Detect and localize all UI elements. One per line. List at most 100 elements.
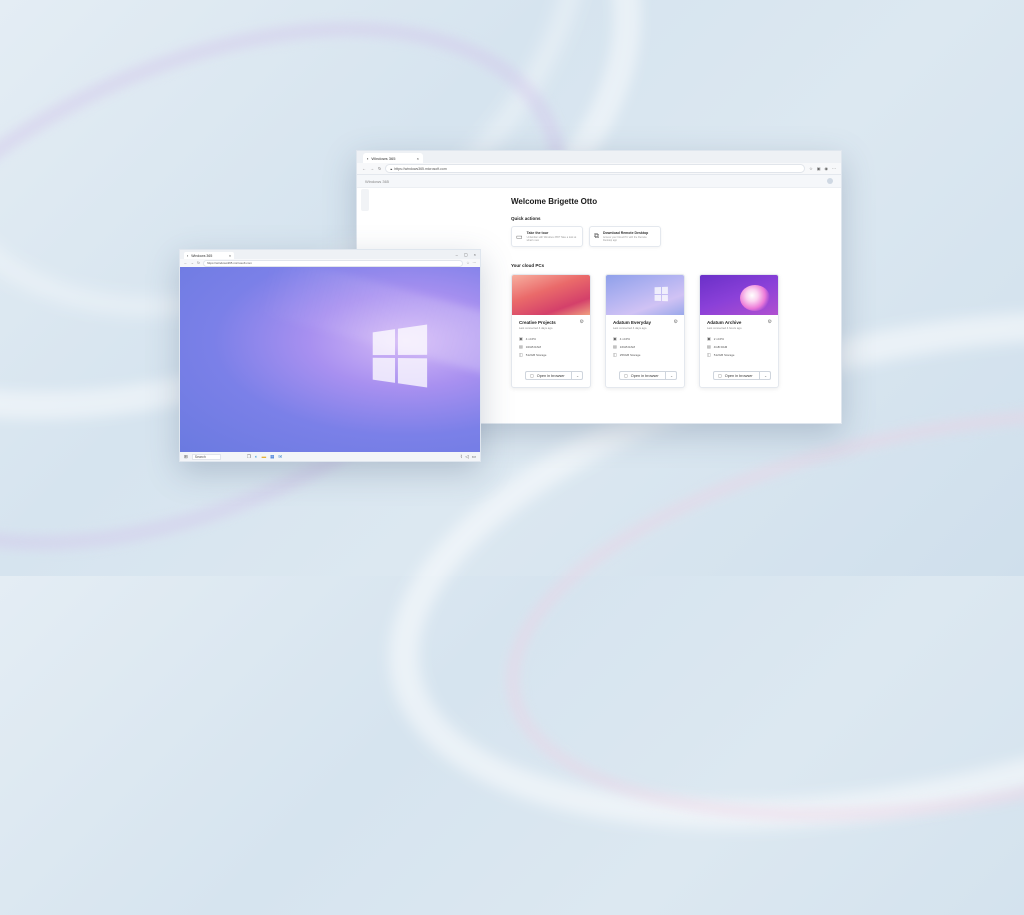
page-title: Welcome Brigette Otto: [511, 197, 598, 206]
tab-favicon-icon: ▪: [187, 253, 189, 258]
minimize-icon[interactable]: –: [456, 252, 458, 257]
open-in-browser-button[interactable]: ▢ Open in browser ⌄: [525, 371, 583, 380]
monitor-icon: ▭: [516, 233, 523, 241]
start-icon[interactable]: ⊞: [184, 454, 188, 460]
spec-ram: ▤ 16GB RAM: [613, 344, 635, 349]
refresh-icon[interactable]: ↻: [197, 261, 200, 265]
spec-ram-text: 4GB RAM: [713, 344, 728, 349]
more-icon[interactable]: ⋯: [473, 261, 477, 265]
spec-storage-text: 256GB Storage: [619, 352, 641, 357]
gear-icon[interactable]: ⚙: [580, 319, 584, 325]
windows-logo-icon: [372, 324, 428, 388]
gear-icon[interactable]: ⚙: [674, 319, 678, 325]
ram-icon: ▤: [613, 344, 617, 349]
cloud-pc-card: Adatum Everyday Last connected 4 days ag…: [605, 274, 685, 388]
close-icon[interactable]: ×: [474, 252, 476, 257]
spec-cpu: ▣ 2 vCPU: [707, 336, 724, 341]
task-view-icon[interactable]: ❐: [247, 454, 251, 460]
notification-icon[interactable]: ▭: [472, 454, 476, 460]
storage-icon: ◫: [519, 352, 523, 357]
forward-icon[interactable]: →: [191, 261, 195, 265]
spec-storage-text: 512GB Storage: [713, 352, 735, 357]
quick-action-title: Download Remote Desktop: [603, 231, 649, 235]
spec-ram: ▤ 32GB RAM: [519, 344, 541, 349]
spec-storage: ◫ 512GB Storage: [707, 352, 734, 357]
quick-action-desc: Access your Cloud PC with the Remote Des…: [603, 236, 647, 242]
open-in-browser-label: Open in browser: [536, 373, 565, 378]
cloud-pc-name: Creative Projects: [519, 320, 556, 325]
spec-cpu: ▣ 4 vCPU: [613, 336, 630, 341]
tab-close-icon[interactable]: ×: [229, 254, 231, 258]
lock-icon: 🔒︎: [390, 166, 393, 171]
open-in-browser-button[interactable]: ▢ Open in browser ⌄: [713, 371, 771, 380]
favorites-icon[interactable]: ☆: [466, 261, 469, 265]
taskbar-search[interactable]: Search: [191, 453, 221, 460]
tab-bar: ▪ Windows 365 ×: [357, 151, 841, 163]
taskbar: ⊞ Search ❐ ◐ ▬ ▦ ✉ ⌇ ◁ ▭: [180, 452, 480, 461]
ram-icon: ▤: [707, 344, 711, 349]
browser-icon: ▢: [530, 373, 534, 378]
app-header-title: Windows 365: [365, 178, 390, 184]
url-field[interactable]: https://windows365.microsoft.com: [202, 259, 464, 267]
cloud-pc-wallpaper: [700, 275, 778, 315]
quick-action-desc: Unfamiliar with Windows 365? Take a look…: [526, 236, 577, 242]
spec-storage: ◫ 512GB Storage: [519, 352, 546, 357]
quick-action-tour[interactable]: ▭ Take the tour Unfamiliar with Windows …: [511, 226, 583, 247]
remote-desktop-view[interactable]: [180, 267, 480, 452]
app-header: Windows 365: [357, 175, 841, 188]
left-nav-rail[interactable]: [361, 189, 369, 211]
cloud-pc-name: Adatum Archive: [707, 320, 742, 325]
tab-close-icon[interactable]: ×: [417, 156, 419, 161]
chevron-down-icon[interactable]: ⌄: [761, 374, 770, 378]
avatar[interactable]: [827, 178, 833, 184]
storage-icon: ◫: [707, 352, 711, 357]
open-in-browser-button[interactable]: ▢ Open in browser ⌄: [619, 371, 677, 380]
maximize-icon[interactable]: ▢: [464, 252, 468, 257]
spec-cpu-text: 4 vCPU: [619, 336, 631, 341]
browser-icon: ▢: [718, 373, 722, 378]
cloud-pc-last-connected: Last connected 4 days ago: [613, 326, 647, 330]
back-icon[interactable]: ←: [184, 261, 188, 265]
quick-action-title: Take the tour: [526, 231, 549, 235]
collections-icon[interactable]: ▣: [817, 166, 821, 171]
tab-windows365[interactable]: ▪ Windows 365 ×: [184, 252, 234, 259]
volume-icon[interactable]: ◁: [465, 454, 468, 460]
favorites-icon[interactable]: ☆: [809, 166, 813, 171]
cloud-pc-card: Creative Projects Last connected 4 days …: [511, 274, 591, 388]
cloud-pc-wallpaper: [512, 275, 590, 315]
cpu-icon: ▣: [519, 336, 523, 341]
mail-icon[interactable]: ✉: [278, 454, 282, 460]
cloud-pc-browser-window: ▪ Windows 365 × – ▢ × ← → ↻ https://wind…: [179, 249, 481, 462]
back-icon[interactable]: ←: [362, 166, 366, 171]
url-text: https://windows365.microsoft.com: [394, 166, 447, 171]
spec-cpu-text: 2 vCPU: [713, 336, 725, 341]
chevron-down-icon[interactable]: ⌄: [573, 374, 582, 378]
network-icon[interactable]: ⌇: [460, 454, 462, 460]
open-in-browser-label: Open in browser: [724, 373, 753, 378]
flower-graphic: [740, 285, 770, 311]
url-text: https://windows365.microsoft.com: [206, 261, 252, 265]
cloud-pc-name: Adatum Everyday: [613, 320, 652, 325]
spec-ram: ▤ 4GB RAM: [707, 344, 727, 349]
remote-desktop-icon: ⧉: [594, 232, 599, 240]
quick-actions-heading: Quick actions: [511, 216, 541, 221]
forward-icon[interactable]: →: [370, 166, 374, 171]
refresh-icon[interactable]: ↻: [378, 166, 381, 171]
url-field[interactable]: 🔒︎ https://windows365.microsoft.com: [385, 164, 806, 173]
folder-icon[interactable]: ▬: [262, 454, 267, 459]
cpu-icon: ▣: [613, 336, 617, 341]
tab-favicon-icon: ▪: [367, 155, 369, 161]
cloud-pcs-heading: Your cloud PCs: [511, 263, 545, 268]
tab-windows365[interactable]: ▪ Windows 365 ×: [363, 153, 423, 163]
chevron-down-icon[interactable]: ⌄: [667, 374, 676, 378]
edge-icon[interactable]: ◐: [255, 454, 258, 459]
more-icon[interactable]: ⋯: [832, 166, 836, 171]
browser-icon: ▢: [624, 373, 628, 378]
quick-action-download-rd[interactable]: ⧉ Download Remote Desktop Access your Cl…: [589, 226, 661, 247]
store-icon[interactable]: ▦: [270, 454, 274, 460]
gear-icon[interactable]: ⚙: [768, 319, 772, 325]
spec-storage: ◫ 256GB Storage: [613, 352, 640, 357]
cpu-icon: ▣: [707, 336, 711, 341]
profile-icon[interactable]: ◉: [825, 166, 829, 171]
light-beam: [256, 267, 480, 380]
